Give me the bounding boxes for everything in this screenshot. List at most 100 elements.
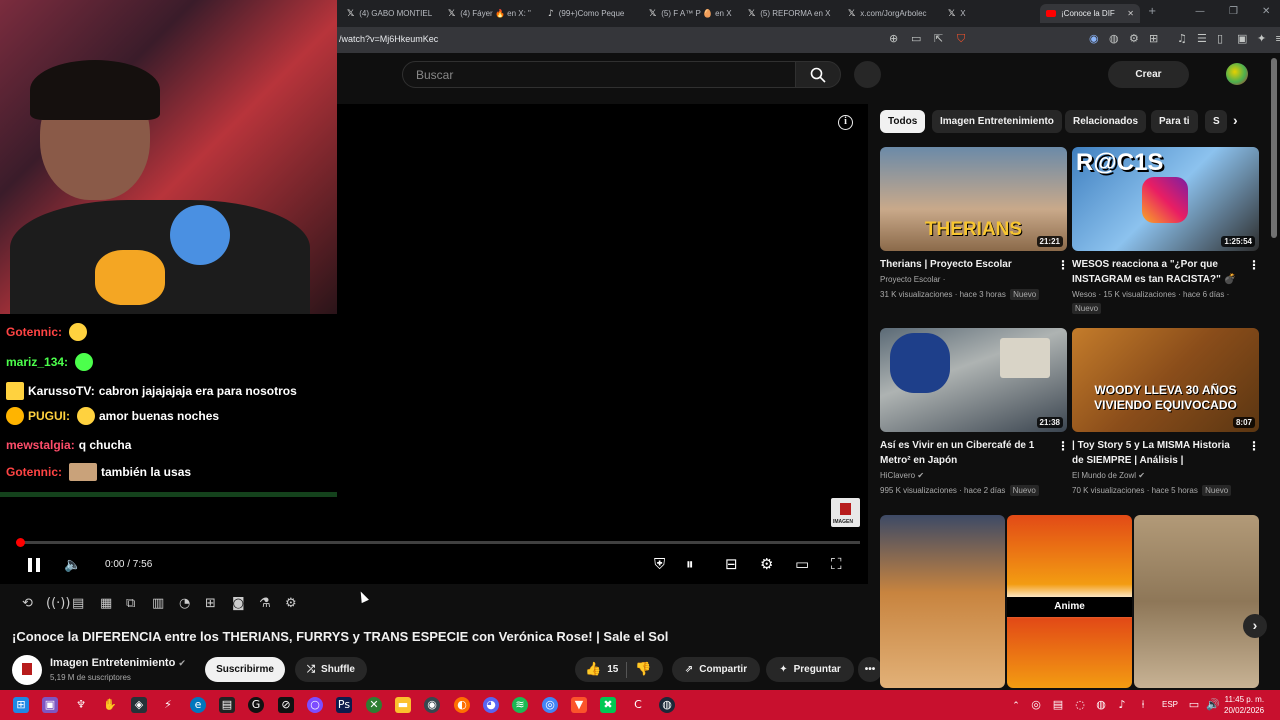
- close-window-icon[interactable]: ✕: [1262, 6, 1270, 17]
- gear-icon[interactable]: ⚙: [285, 596, 297, 611]
- clock[interactable]: 11:45 p. m. 20/02/2026: [1224, 694, 1264, 716]
- bookmarks-icon[interactable]: ☰: [1197, 32, 1207, 45]
- share-button[interactable]: ⇗ Compartir: [672, 657, 760, 682]
- subscribe-button[interactable]: Suscribirme: [205, 657, 285, 682]
- voice-search-button[interactable]: [854, 61, 881, 88]
- tray-icon[interactable]: ▤: [1050, 697, 1066, 713]
- speed-icon[interactable]: ◔: [179, 596, 190, 611]
- sponsor-shield-icon[interactable]: ⛨: [654, 555, 665, 573]
- share-page-icon[interactable]: ⇱: [934, 32, 943, 45]
- thumbs-down-icon[interactable]: 👎: [635, 662, 651, 677]
- video-thumbnail[interactable]: THERIANS 21:21: [880, 147, 1067, 251]
- channel-avatar[interactable]: [12, 655, 42, 685]
- channel-name[interactable]: El Mundo de Zowl ✔: [1072, 471, 1145, 480]
- tray-icon[interactable]: ◌: [1072, 697, 1088, 713]
- cinema-icon[interactable]: ▥: [152, 596, 164, 611]
- video-title[interactable]: Así es Vivir en un Cibercafé de 1 Metro²…: [880, 438, 1050, 468]
- obs-icon[interactable]: ◉: [424, 697, 440, 713]
- edge-icon[interactable]: e: [190, 697, 206, 713]
- browser-tab[interactable]: 𝕏X: [948, 4, 1038, 23]
- camera-icon[interactable]: ◙: [232, 596, 245, 611]
- channel-watermark[interactable]: IMAGEN: [831, 498, 860, 527]
- more-options-icon[interactable]: ⋮: [1248, 258, 1260, 272]
- minimize-icon[interactable]: —: [1195, 6, 1205, 17]
- loop-icon[interactable]: ⟲: [22, 596, 33, 611]
- shuffle-button[interactable]: ⤮ Shuffle: [295, 657, 367, 682]
- sidebar-icon[interactable]: ▯: [1217, 32, 1223, 45]
- search-button[interactable]: [795, 61, 841, 88]
- photoshop-icon[interactable]: Ps: [336, 697, 352, 713]
- browser-tab[interactable]: 𝕏 (5) REFORMA en X: [748, 4, 843, 23]
- wallet-icon[interactable]: ▣: [1237, 32, 1247, 45]
- puzzle-icon[interactable]: ⊞: [1149, 32, 1158, 45]
- menu-icon[interactable]: ≡: [1275, 32, 1280, 45]
- video-thumbnail[interactable]: 21:38: [880, 328, 1067, 432]
- ask-button[interactable]: ✦ Preguntar: [766, 657, 854, 682]
- app-icon[interactable]: G: [248, 697, 264, 713]
- subtitles-icon[interactable]: ⊟: [725, 555, 738, 573]
- film-icon[interactable]: ▦: [100, 596, 112, 611]
- maximize-icon[interactable]: ❐: [1229, 6, 1238, 17]
- video-thumbnail[interactable]: WOODY LLEVA 30 AÑOS VIVIENDO EQUIVOCADO …: [1072, 328, 1259, 432]
- start-icon[interactable]: ⊞: [13, 697, 29, 713]
- chip-for-you[interactable]: Para ti: [1151, 110, 1198, 133]
- channel-name[interactable]: Proyecto Escolar ·: [880, 275, 945, 284]
- cast-icon[interactable]: ▭: [911, 32, 921, 45]
- firefox-icon[interactable]: ◐: [454, 697, 470, 713]
- tray-icon[interactable]: ♪: [1114, 697, 1130, 713]
- tray-arrow-icon[interactable]: ⌃: [1008, 698, 1024, 714]
- video-title[interactable]: WESOS reacciona a "¿Por que INSTAGRAM es…: [1072, 257, 1242, 287]
- fullscreen-icon[interactable]: ⛶: [831, 555, 842, 573]
- microphone-icon[interactable]: ⍿: [1135, 697, 1151, 713]
- browser-tab[interactable]: 𝕏 (4) Fáyer 🔥 en X: ": [448, 4, 543, 23]
- zoom-icon[interactable]: ⊕: [889, 32, 898, 45]
- short-thumbnail[interactable]: [1134, 515, 1259, 688]
- browser-tab[interactable]: ♪ (99+)Como Peque: [548, 4, 643, 23]
- app-icon[interactable]: ○: [307, 697, 323, 713]
- video-title[interactable]: | Toy Story 5 y La MISMA Historia de SIE…: [1072, 438, 1242, 468]
- folder-icon[interactable]: ▬: [395, 697, 411, 713]
- close-tab-icon[interactable]: ✕: [1127, 9, 1134, 18]
- app-icon[interactable]: ▣: [42, 697, 58, 713]
- channel-name[interactable]: Imagen Entretenimiento ✔: [50, 657, 186, 669]
- theater-mode-icon[interactable]: ▭: [795, 555, 809, 573]
- browser-tab[interactable]: 𝕏 (5) F A™ P 🥚 en X: [649, 4, 744, 23]
- app-icon[interactable]: ◈: [131, 697, 147, 713]
- chip-related[interactable]: Relacionados: [1065, 110, 1147, 133]
- app-icon[interactable]: ▤: [219, 697, 235, 713]
- chip-channel[interactable]: Imagen Entretenimiento: [932, 110, 1062, 133]
- settings-gear-icon[interactable]: ⚙: [760, 555, 773, 573]
- app-icon[interactable]: ✖: [600, 697, 616, 713]
- shorts-next-button[interactable]: ›: [1243, 614, 1267, 638]
- chip-more[interactable]: S: [1205, 110, 1227, 133]
- autoplay-toggle[interactable]: ⏸: [686, 555, 694, 573]
- more-options-icon[interactable]: ⋮: [1057, 258, 1069, 272]
- popup-player-icon[interactable]: ⧉: [126, 596, 135, 611]
- new-tab-icon[interactable]: +: [1148, 6, 1156, 17]
- short-thumbnail[interactable]: Anime: [1007, 515, 1132, 688]
- more-options-icon[interactable]: ⋮: [1057, 439, 1069, 453]
- video-thumbnail[interactable]: R@C1S 1:25:54: [1072, 147, 1259, 251]
- tray-icon[interactable]: ◎: [1028, 697, 1044, 713]
- more-options-icon[interactable]: ⋮: [1248, 439, 1260, 453]
- channel-name[interactable]: HiClavero ✔: [880, 471, 924, 480]
- more-actions-button[interactable]: •••: [858, 657, 882, 682]
- audio-only-icon[interactable]: ((·)): [46, 596, 70, 611]
- volume-icon[interactable]: 🔈: [64, 557, 81, 573]
- tray-icon[interactable]: ◍: [1093, 697, 1109, 713]
- pause-button[interactable]: [28, 558, 42, 572]
- browser-tab-active[interactable]: ¡Conoce la DIF ✕: [1040, 4, 1140, 23]
- language-indicator[interactable]: ESP: [1162, 700, 1178, 709]
- video-title[interactable]: Therians | Proyecto Escolar: [880, 257, 1050, 272]
- app-icon[interactable]: ♆: [73, 697, 89, 713]
- chevron-right-icon[interactable]: ›: [1233, 112, 1238, 128]
- avatar[interactable]: [1226, 63, 1248, 85]
- brave-shield-icon[interactable]: ⛉: [957, 32, 965, 46]
- browser-tab[interactable]: 𝕏x.com/JorgArbolec: [848, 4, 943, 23]
- spotify-icon[interactable]: ≋: [512, 697, 528, 713]
- brave-icon[interactable]: ▼: [571, 697, 587, 713]
- xbox-icon[interactable]: ✕: [366, 697, 382, 713]
- flask-icon[interactable]: ⚗: [259, 596, 271, 611]
- app-icon[interactable]: ⚡: [160, 697, 176, 713]
- music-icon[interactable]: ♫: [1177, 32, 1187, 45]
